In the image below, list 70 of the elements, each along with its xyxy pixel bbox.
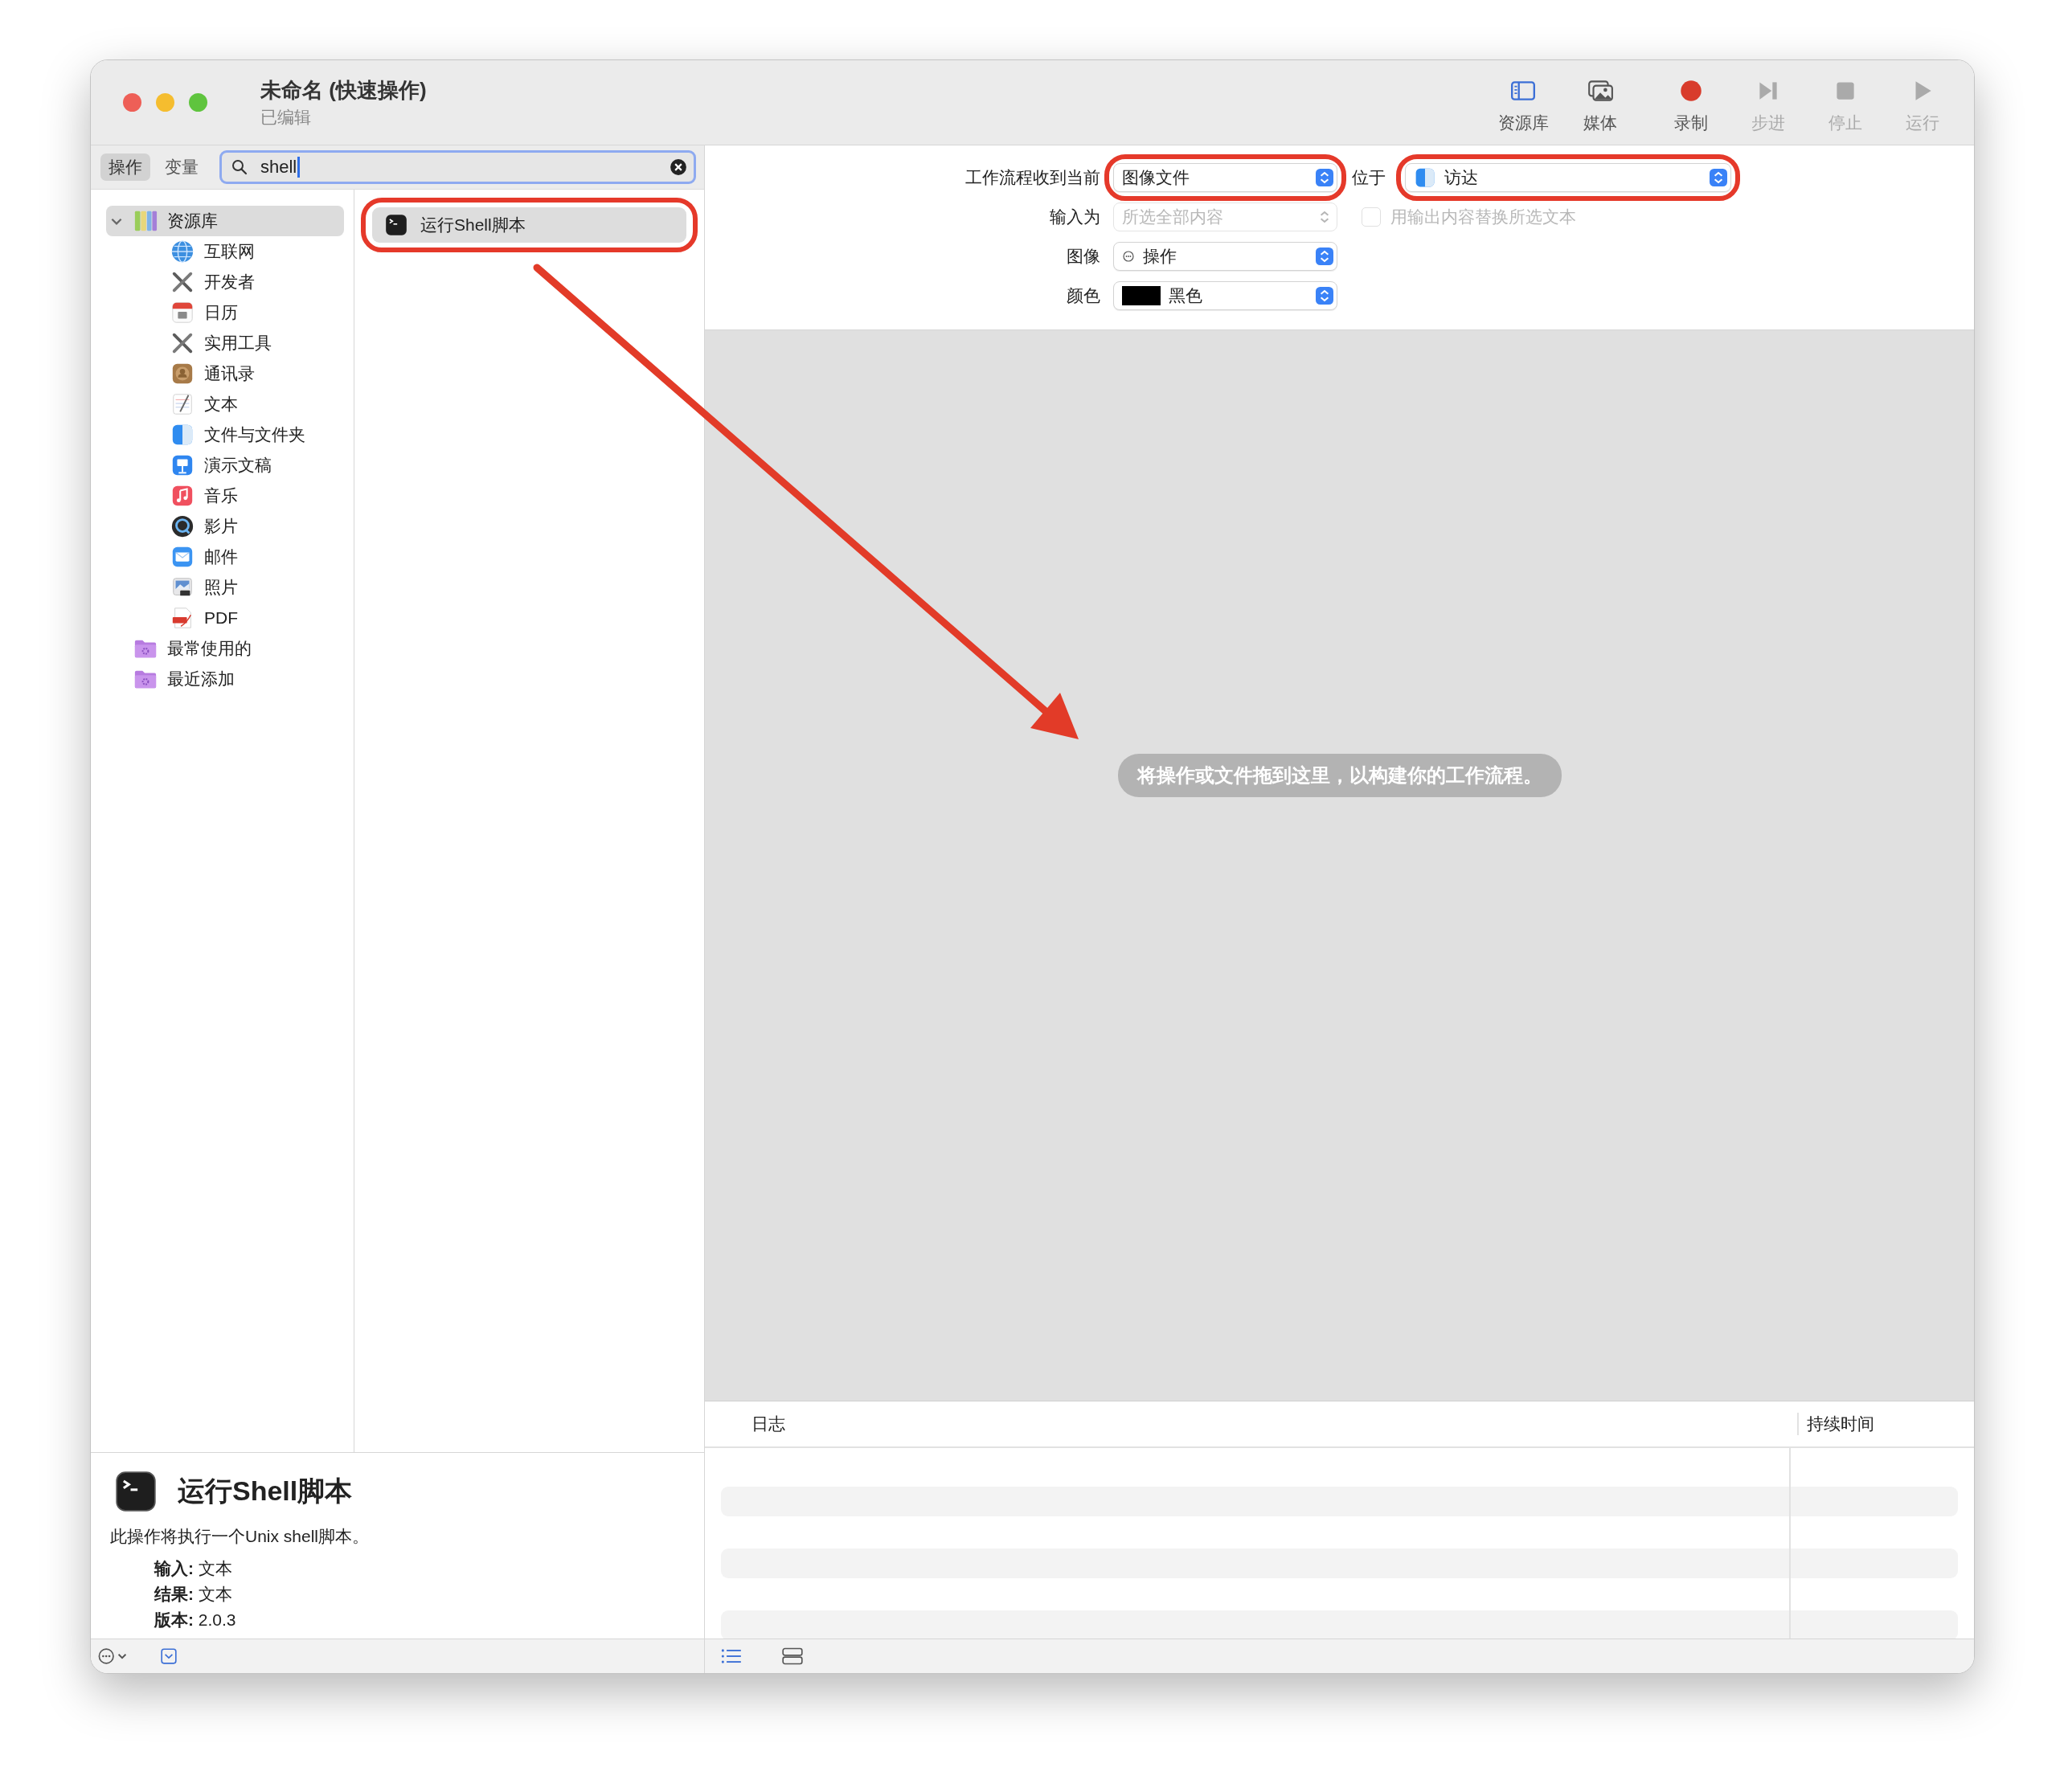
window-subtitle: 已编辑 — [260, 107, 312, 128]
contact-card-icon — [170, 362, 195, 386]
split-square-icon — [170, 423, 195, 447]
stepper-icon — [1316, 248, 1333, 265]
checkbox-label: 用输出内容替换所选文本 — [1390, 207, 1576, 227]
window-title: 未命名 (快速操作) — [260, 77, 427, 104]
library-item[interactable]: 文件与文件夹 — [106, 419, 344, 450]
popup-button[interactable]: 访达 — [1405, 163, 1731, 192]
dots-icon — [1122, 250, 1135, 263]
clear-icon[interactable] — [670, 158, 687, 176]
library-item[interactable]: 文本 — [106, 389, 344, 419]
stepper-icon — [1316, 169, 1333, 186]
terminal-icon — [385, 214, 407, 236]
library-item[interactable]: 照片 — [106, 572, 344, 603]
library-item[interactable]: 开发者 — [106, 267, 344, 297]
library-item[interactable]: 日历 — [106, 297, 344, 328]
popup-button[interactable]: 黑色 — [1113, 281, 1337, 310]
action-detail: 输入: 文本 — [154, 1558, 233, 1579]
library-item[interactable]: 最常使用的 — [106, 633, 344, 664]
crossed-tools-icon — [170, 270, 195, 294]
library-item[interactable]: 实用工具 — [106, 328, 344, 358]
action-title: 运行Shell脚本 — [178, 1475, 353, 1508]
toolbar-label[interactable]: 录制 — [1674, 111, 1708, 134]
toolbar-label[interactable]: 资源库 — [1497, 111, 1549, 134]
library-item[interactable]: 演示文稿 — [106, 450, 344, 481]
column-header[interactable]: 持续时间 — [1797, 1413, 1974, 1435]
action-description: 此操作将执行一个Unix shell脚本。 — [110, 1526, 371, 1547]
globe-icon — [170, 239, 195, 264]
toolbar-label[interactable]: 媒体 — [1583, 111, 1617, 134]
drop-hint: 将操作或文件拖到这里，以构建你的工作流程。 — [1117, 754, 1562, 797]
library-item[interactable]: 最近添加 — [106, 664, 344, 694]
library-item[interactable]: 通讯录 — [106, 358, 344, 389]
library-item[interactable]: 音乐 — [106, 481, 344, 511]
lens-icon — [170, 514, 195, 538]
library-item[interactable]: 资源库 — [106, 206, 344, 236]
library-item[interactable]: 邮件 — [106, 542, 344, 572]
terminal-icon — [115, 1471, 157, 1512]
color-swatch — [1122, 286, 1161, 305]
split-view-icon[interactable] — [782, 1647, 803, 1665]
stepper-icon — [1710, 169, 1727, 186]
search-icon — [231, 159, 248, 175]
library-item[interactable]: 互联网 — [106, 236, 344, 267]
music-note-icon — [170, 484, 195, 508]
library-item[interactable]: 影片 — [106, 511, 344, 542]
podium-icon — [170, 453, 195, 477]
popup-button[interactable]: 操作 — [1113, 242, 1337, 271]
field-label: 图像 — [1066, 246, 1100, 267]
library-tab[interactable]: 变量 — [157, 153, 207, 181]
calendar-icon — [170, 301, 195, 325]
search-field[interactable]: shell — [219, 150, 696, 184]
library-tab[interactable]: 操作 — [100, 153, 150, 181]
stepper-icon — [1316, 287, 1333, 305]
action-detail: 版本: 2.0.3 — [154, 1610, 237, 1630]
action-item[interactable]: 运行Shell脚本 — [372, 207, 686, 243]
field-label: 工作流程收到当前 — [964, 167, 1100, 188]
action-detail: 结果: 文本 — [154, 1584, 233, 1605]
field-label: 位于 — [1352, 167, 1386, 188]
library-item[interactable]: PDF — [106, 603, 344, 633]
close-button[interactable] — [123, 93, 141, 112]
split-square-icon — [1414, 166, 1436, 189]
popup-button[interactable]: 图像文件 — [1113, 163, 1337, 192]
list-view-icon[interactable] — [721, 1647, 742, 1665]
column-header[interactable]: 日志 — [705, 1413, 1797, 1435]
books-icon — [133, 209, 158, 233]
field-label: 输入为 — [1049, 207, 1100, 227]
envelope-icon — [170, 545, 195, 569]
field-label: 颜色 — [1066, 285, 1100, 306]
crossed-tools-icon — [170, 331, 195, 355]
collapse-icon[interactable] — [160, 1647, 178, 1665]
notepad-icon — [170, 392, 195, 416]
